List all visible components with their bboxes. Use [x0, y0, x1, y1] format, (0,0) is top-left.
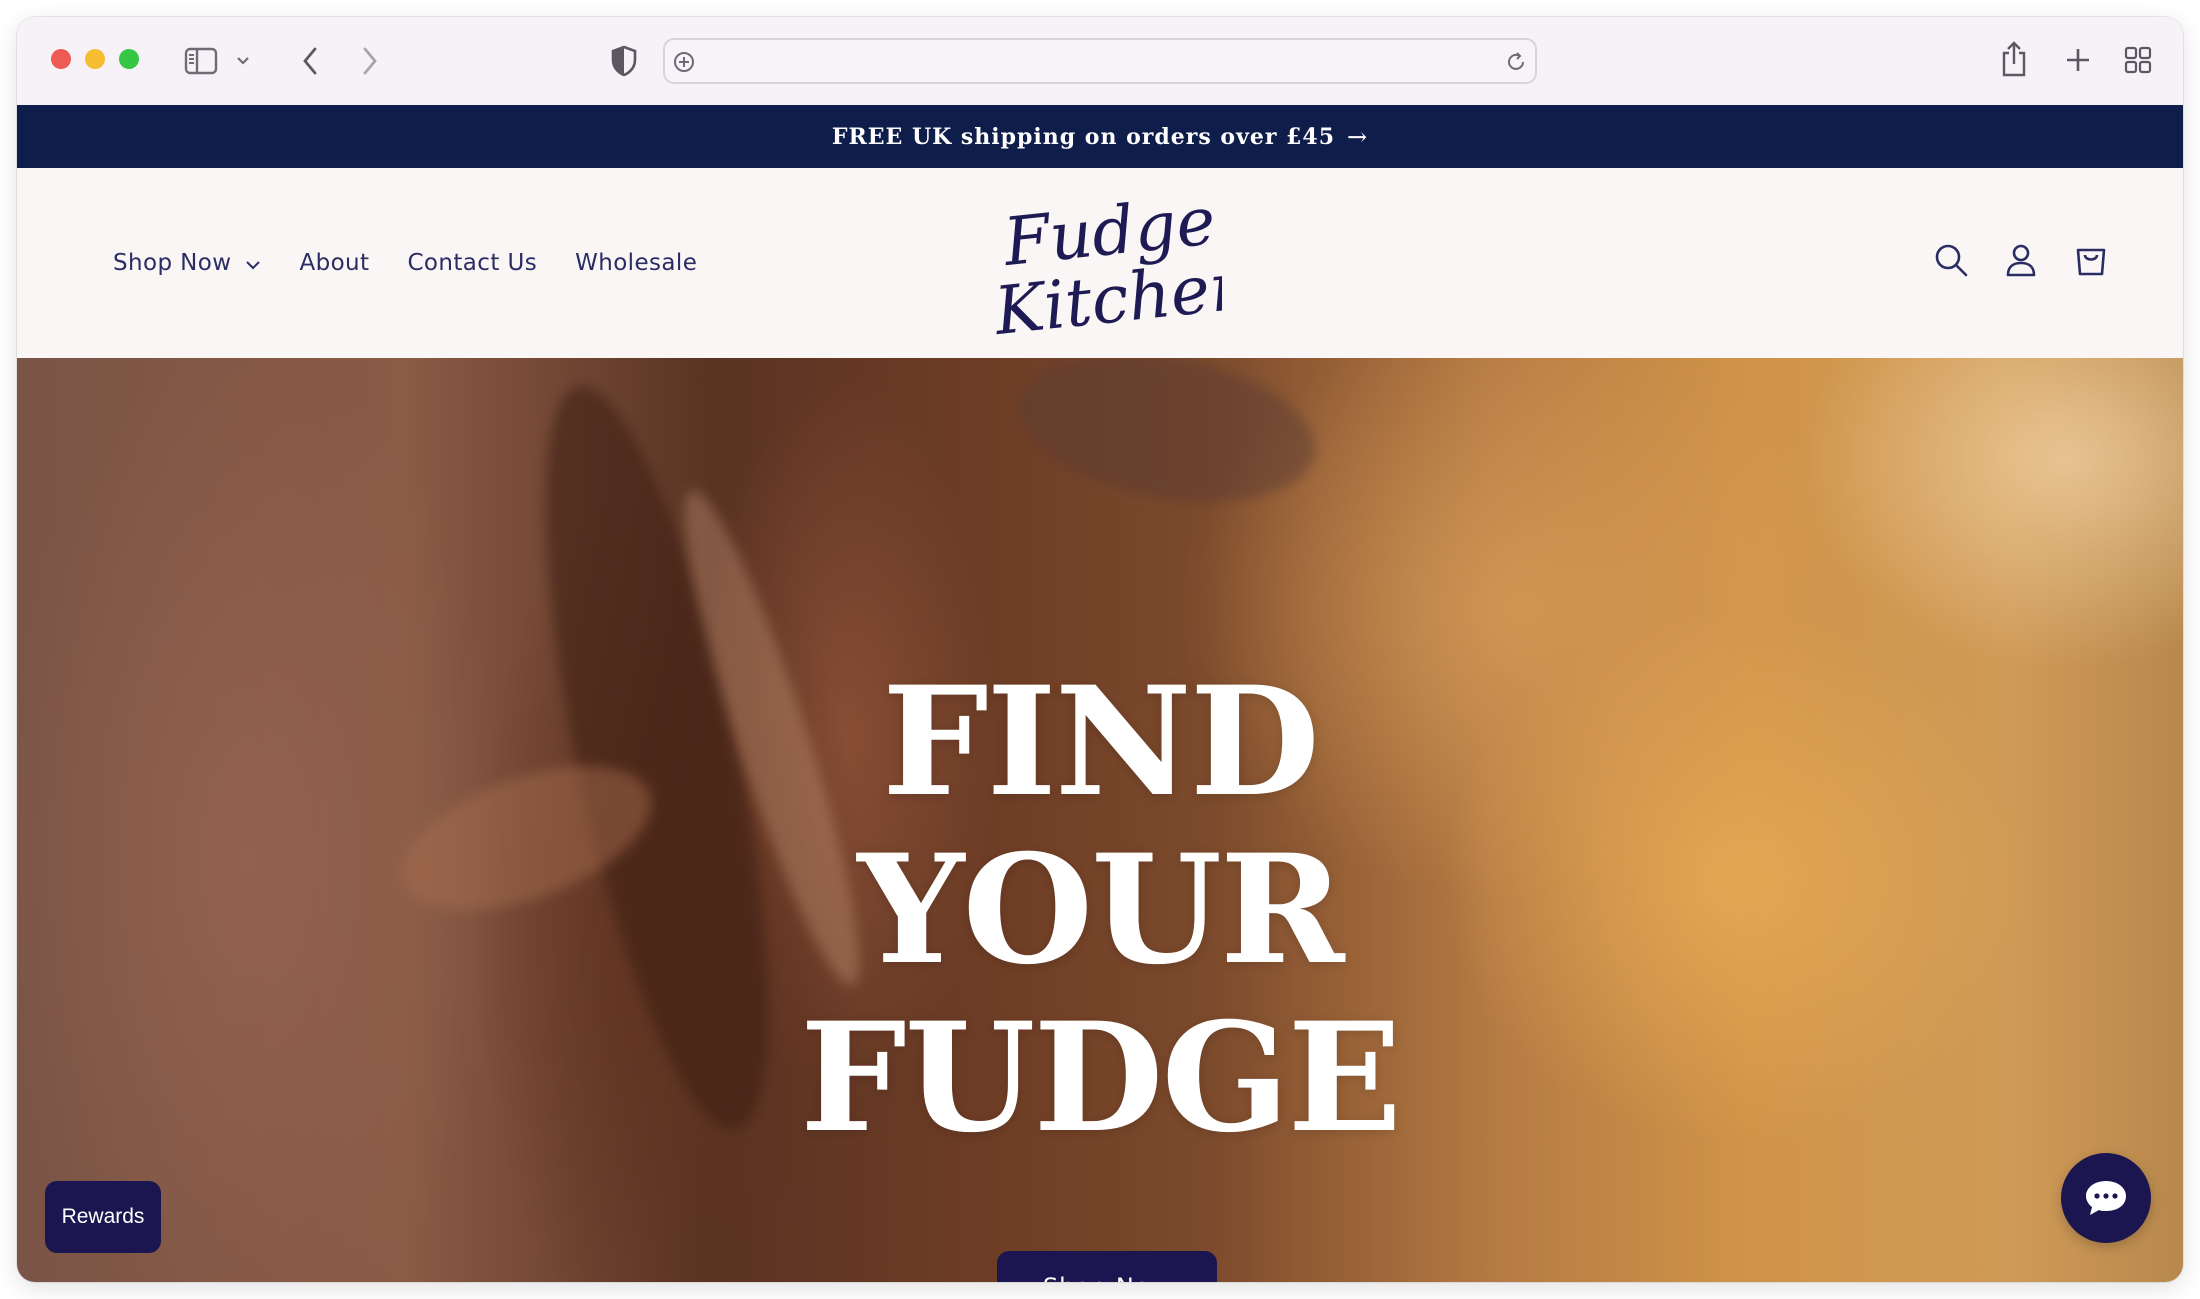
minimize-window-button[interactable] — [85, 49, 105, 69]
nav-item-label: About — [299, 250, 370, 276]
site-header: Shop Now About Contact Us Wholesale Fudg… — [17, 168, 2183, 358]
nav-item-contact-us[interactable]: Contact Us — [407, 250, 537, 276]
hero-title-line-3: FUDGE — [800, 990, 1402, 1166]
fudge-kitchen-logo[interactable]: Fudge Kitchen — [972, 186, 1222, 346]
privacy-shield-icon[interactable] — [607, 43, 641, 79]
forward-icon[interactable] — [355, 43, 385, 79]
announcement-text[interactable]: FREE UK shipping on orders over £45 — [832, 124, 1335, 150]
zoom-window-button[interactable] — [119, 49, 139, 69]
chat-button[interactable] — [2061, 1153, 2151, 1243]
hero-banner: FIND YOUR FUDGE Shop Now — [17, 358, 2183, 1282]
share-icon[interactable] — [1997, 37, 2031, 81]
nav-item-label: Contact Us — [407, 250, 538, 276]
nav-item-label: Wholesale — [575, 250, 698, 276]
site-settings-icon[interactable] — [671, 49, 697, 75]
cart-icon[interactable] — [2069, 238, 2113, 282]
browser-toolbar — [17, 17, 2183, 105]
arrow-right-icon: → — [1347, 122, 1369, 151]
nav-item-about[interactable]: About — [299, 250, 369, 276]
announcement-bar[interactable]: FREE UK shipping on orders over £45 → — [17, 105, 2183, 168]
sidebar-icon[interactable] — [183, 45, 219, 77]
hero-title-line-2: YOUR — [857, 822, 1344, 998]
account-icon[interactable] — [1999, 238, 2043, 282]
nav-item-label: Shop Now — [113, 250, 232, 276]
hero-title-line-1: FIND — [882, 654, 1320, 830]
browser-window: FREE UK shipping on orders over £45 → Sh… — [17, 17, 2183, 1282]
rewards-button[interactable]: Rewards — [45, 1181, 161, 1253]
main-nav: Shop Now About Contact Us Wholesale — [113, 168, 735, 358]
shop-now-button[interactable]: Shop Now — [997, 1251, 1217, 1282]
chevron-down-icon — [245, 250, 261, 276]
address-bar[interactable] — [663, 38, 1537, 84]
close-window-button[interactable] — [51, 49, 71, 69]
back-icon[interactable] — [295, 43, 325, 79]
search-icon[interactable] — [1929, 238, 1973, 282]
hero-image-detail — [1007, 358, 1327, 523]
chat-bubble-icon — [2086, 1181, 2126, 1215]
new-tab-icon[interactable] — [2061, 43, 2095, 77]
nav-item-shop-now[interactable]: Shop Now — [113, 250, 261, 276]
reload-icon[interactable] — [1503, 49, 1529, 75]
tab-overview-icon[interactable] — [2121, 43, 2155, 77]
chevron-down-icon[interactable] — [235, 53, 251, 69]
nav-item-wholesale[interactable]: Wholesale — [575, 250, 697, 276]
